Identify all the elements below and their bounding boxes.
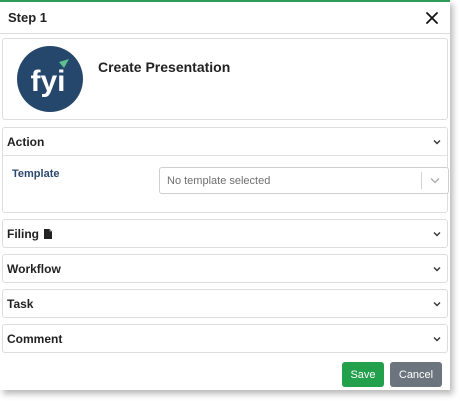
svg-text:fyi: fyi: [30, 65, 65, 98]
template-select-value: No template selected: [167, 174, 271, 187]
chevron-down-icon: [433, 301, 441, 306]
intro-title: Create Presentation: [98, 59, 231, 75]
chevron-down-icon: [433, 231, 441, 236]
template-label: Template: [12, 168, 60, 180]
save-button[interactable]: Save: [342, 362, 384, 387]
chevron-down-icon: [433, 139, 441, 144]
task-label: Task: [7, 296, 34, 311]
fyi-logo: fyi: [17, 46, 83, 112]
comment-section: Comment: [2, 324, 448, 353]
step-dialog: Step 1 fyi Create Presentation Action Te…: [0, 0, 450, 390]
close-icon[interactable]: [424, 10, 440, 26]
template-select[interactable]: No template selected: [159, 167, 449, 194]
filing-label: Filing: [7, 226, 39, 241]
comment-label: Comment: [7, 331, 63, 346]
document-icon: [44, 228, 52, 239]
filing-section-header[interactable]: Filing: [3, 220, 447, 247]
task-section-header[interactable]: Task: [3, 290, 447, 317]
filing-label-wrap: Filing: [7, 227, 52, 241]
action-section-header[interactable]: Action: [3, 128, 447, 156]
task-section: Task: [2, 289, 448, 318]
dialog-header: Step 1: [0, 2, 450, 34]
chevron-down-icon[interactable]: [422, 177, 448, 184]
filing-section: Filing: [2, 219, 448, 248]
chevron-down-icon: [433, 266, 441, 271]
chevron-down-icon: [433, 336, 441, 341]
workflow-section-header[interactable]: Workflow: [3, 255, 447, 282]
dialog-title: Step 1: [8, 10, 48, 25]
action-section: Action Template No template selected: [2, 127, 449, 213]
intro-panel: fyi Create Presentation: [2, 38, 448, 120]
workflow-section: Workflow: [2, 254, 448, 283]
comment-section-header[interactable]: Comment: [3, 325, 447, 352]
action-label: Action: [7, 134, 45, 149]
cancel-button[interactable]: Cancel: [390, 362, 442, 387]
workflow-label: Workflow: [7, 261, 61, 276]
